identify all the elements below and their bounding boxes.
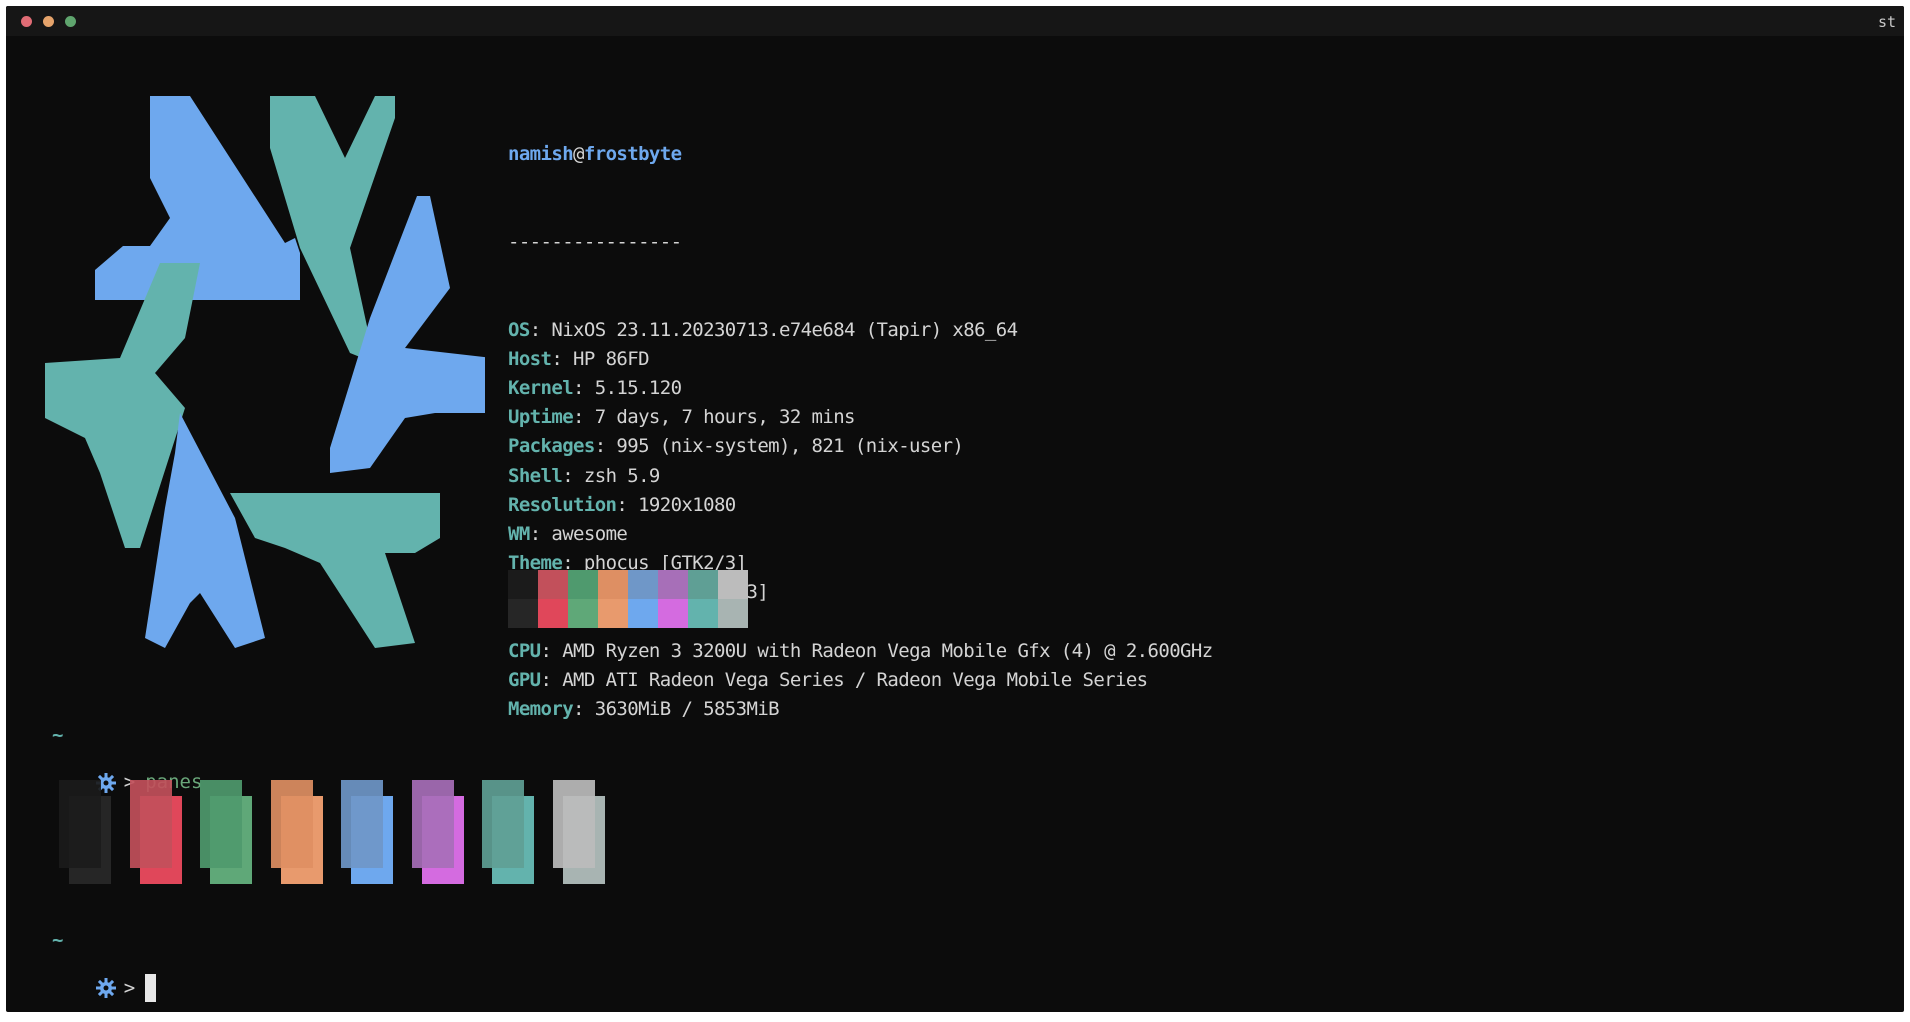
- pane-front: [552, 780, 595, 868]
- pane-front: [59, 780, 101, 868]
- info-value: AMD Ryzen 3 3200U with Radeon Vega Mobil…: [562, 639, 1213, 662]
- info-key-separator: :: [616, 493, 639, 516]
- palette-swatch-normal-2: [568, 570, 598, 599]
- color-pane-5: [411, 780, 464, 884]
- info-key: GPU: [508, 668, 541, 691]
- info-key-separator: :: [573, 698, 595, 721]
- close-button[interactable]: [21, 16, 32, 27]
- info-line-wm: WM: awesome: [508, 520, 1213, 549]
- info-key: Memory: [508, 698, 574, 721]
- info-key: WM: [508, 522, 530, 545]
- info-line-shell: Shell: zsh 5.9: [508, 462, 1213, 491]
- terminal-window: st namish@frostbyte ---------------- OS:…: [6, 6, 1904, 1012]
- info-value: 5.15.120: [594, 376, 682, 399]
- color-pane-1: [129, 780, 182, 884]
- info-key-separator: :: [529, 522, 552, 545]
- window-title: st: [1877, 13, 1896, 31]
- minimize-button[interactable]: [43, 16, 54, 27]
- info-line-kernel: Kernel: 5.15.120: [508, 374, 1213, 403]
- color-pane-6: [482, 780, 534, 884]
- info-value: awesome: [551, 522, 628, 545]
- title-bar[interactable]: st: [6, 6, 1904, 36]
- palette-swatch-normal-1: [538, 570, 568, 599]
- palette-swatch-normal-6: [688, 570, 718, 599]
- info-value: 3630MiB / 5853MiB: [594, 698, 780, 721]
- info-line-uptime: Uptime: 7 days, 7 hours, 32 mins: [508, 403, 1213, 432]
- color-pane-3: [270, 780, 323, 884]
- color-pane-2: [200, 780, 252, 884]
- info-value: 995 (nix-system), 821 (nix-user): [616, 435, 964, 458]
- info-key-separator: :: [562, 464, 584, 487]
- pane-front: [341, 780, 383, 868]
- info-value: 7 days, 7 hours, 32 mins: [594, 406, 856, 429]
- palette-swatch-normal-4: [628, 570, 658, 599]
- info-value: NixOS 23.11.20230713.e74e684 (Tapir) x86…: [551, 318, 1018, 341]
- separator-line: ----------------: [508, 231, 682, 253]
- info-key-separator: :: [529, 318, 552, 341]
- info-key-separator: :: [540, 639, 563, 662]
- pane-front: [200, 780, 242, 868]
- info-key: OS: [508, 318, 530, 341]
- info-value: AMD ATI Radeon Vega Series / Radeon Vega…: [562, 668, 1148, 691]
- palette-swatch-bright-3: [598, 599, 628, 628]
- palette-swatch-normal-5: [658, 570, 688, 599]
- info-value: HP 86FD: [573, 347, 649, 370]
- pane-front: [411, 780, 454, 868]
- pane-front: [482, 780, 524, 868]
- info-key: Resolution: [508, 493, 617, 516]
- maximize-button[interactable]: [65, 16, 76, 27]
- palette-swatch-normal-0: [508, 570, 538, 599]
- info-key: Packages: [508, 435, 595, 458]
- user-host-line: namish@frostbyte: [508, 140, 1213, 169]
- text-cursor[interactable]: [145, 974, 157, 1002]
- info-key: Uptime: [508, 406, 574, 429]
- info-fields: OS: NixOS 23.11.20230713.e74e684 (Tapir)…: [508, 316, 1213, 725]
- info-line-memory: Memory: 3630MiB / 5853MiB: [508, 695, 1213, 724]
- info-key: Host: [508, 347, 552, 370]
- color-palette: [508, 570, 748, 628]
- prompt-dir: ~: [52, 929, 64, 951]
- info-line-cpu: CPU: AMD Ryzen 3 3200U with Radeon Vega …: [508, 637, 1213, 666]
- prompt-line-2[interactable]: >: [50, 952, 157, 1012]
- info-key-separator: :: [573, 406, 595, 429]
- palette-swatch-bright-7: [718, 599, 748, 628]
- system-info: namish@frostbyte ---------------- OS: Ni…: [508, 82, 1213, 783]
- info-key-separator: :: [594, 435, 617, 458]
- info-key-separator: :: [573, 376, 595, 399]
- palette-swatch-normal-3: [598, 570, 628, 599]
- info-value: zsh 5.9: [583, 464, 660, 487]
- prompt-dir: ~: [52, 724, 64, 746]
- palette-swatch-bright-1: [538, 599, 568, 628]
- info-line-packages: Packages: 995 (nix-system), 821 (nix-use…: [508, 432, 1213, 461]
- info-line-os: OS: NixOS 23.11.20230713.e74e684 (Tapir)…: [508, 316, 1213, 345]
- hostname: frostbyte: [583, 143, 682, 166]
- pane-front: [270, 780, 313, 868]
- color-pane-7: [552, 780, 605, 884]
- info-key: Shell: [508, 464, 563, 487]
- palette-swatch-bright-5: [658, 599, 688, 628]
- palette-swatch-bright-4: [628, 599, 658, 628]
- palette-swatch-bright-2: [568, 599, 598, 628]
- prompt-arrow: >: [123, 976, 136, 999]
- info-key: CPU: [508, 639, 541, 662]
- info-line-resolution: Resolution: 1920x1080: [508, 491, 1213, 520]
- palette-swatch-bright-0: [508, 599, 538, 628]
- info-key-separator: :: [551, 347, 574, 370]
- color-pane-0: [59, 780, 111, 884]
- info-line-gpu: GPU: AMD ATI Radeon Vega Series / Radeon…: [508, 666, 1213, 695]
- pane-front: [129, 780, 172, 868]
- at-sign: @: [573, 143, 584, 166]
- palette-bright-row: [508, 599, 748, 628]
- nixos-logo: [45, 96, 485, 648]
- info-key: Kernel: [508, 376, 574, 399]
- info-key-separator: :: [540, 668, 563, 691]
- username: namish: [508, 143, 574, 166]
- palette-swatch-normal-7: [718, 570, 748, 599]
- palette-normal-row: [508, 570, 748, 599]
- info-line-host: Host: HP 86FD: [508, 345, 1213, 374]
- gear-icon: [95, 978, 116, 998]
- color-pane-4: [341, 780, 393, 884]
- info-value: 1920x1080: [638, 493, 736, 516]
- palette-swatch-bright-6: [688, 599, 718, 628]
